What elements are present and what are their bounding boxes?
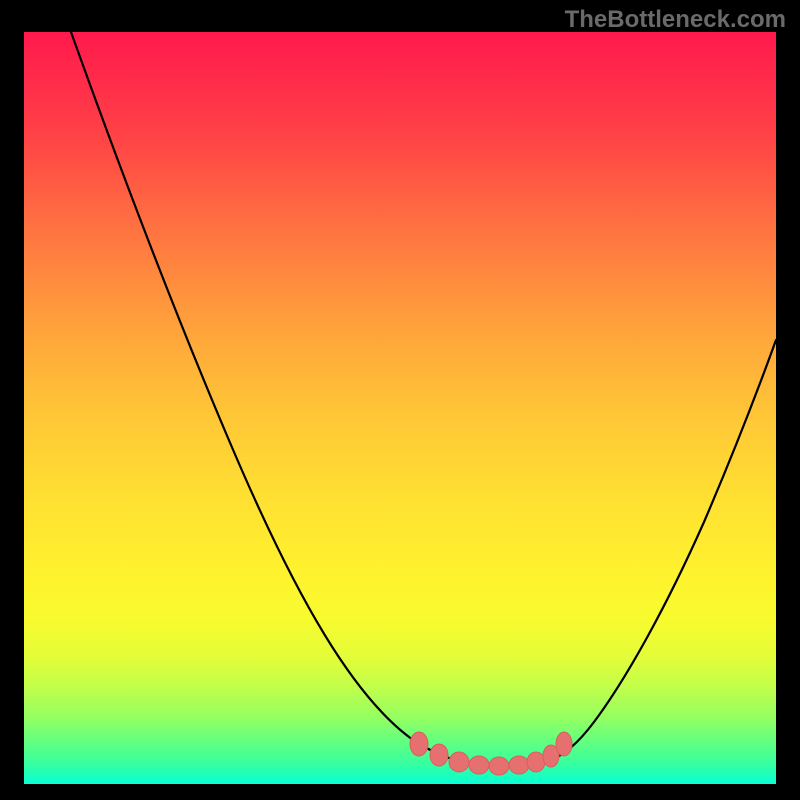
curve-svg bbox=[24, 32, 776, 784]
marker-point bbox=[489, 757, 509, 775]
marker-point bbox=[449, 752, 469, 772]
watermark-text: TheBottleneck.com bbox=[565, 6, 786, 34]
marker-point bbox=[410, 732, 428, 756]
marker-point bbox=[509, 756, 529, 774]
marker-point bbox=[556, 732, 572, 756]
bottleneck-curve bbox=[71, 32, 776, 767]
marker-point bbox=[527, 752, 545, 772]
marker-point bbox=[469, 756, 489, 774]
marker-point bbox=[430, 744, 448, 766]
plot-area bbox=[24, 32, 776, 784]
chart-frame: TheBottleneck.com bbox=[0, 0, 800, 800]
